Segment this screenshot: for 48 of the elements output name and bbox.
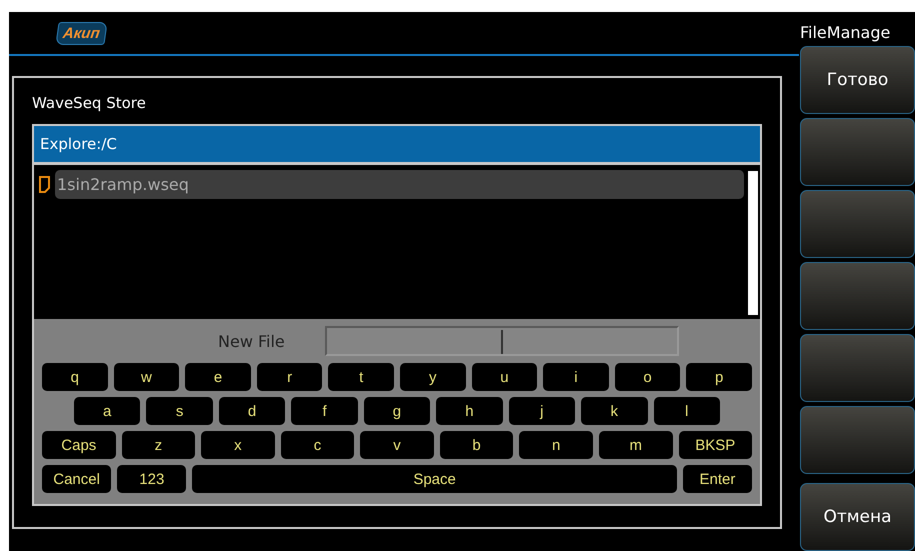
softkey-button[interactable]: Готово: [800, 46, 915, 114]
space-key[interactable]: Space: [192, 465, 677, 493]
keyboard-key[interactable]: r: [256, 363, 322, 391]
keyboard-key[interactable]: v: [360, 431, 434, 459]
keyboard-key[interactable]: y: [400, 363, 466, 391]
file-icon: [38, 176, 51, 192]
keyboard-key[interactable]: Cancel: [42, 465, 112, 493]
keyboard-key[interactable]: d: [218, 397, 286, 425]
keyboard-key[interactable]: f: [291, 397, 358, 425]
keyboard-key[interactable]: z: [122, 431, 196, 459]
keyboard-key[interactable]: n: [519, 431, 593, 459]
keyboard-key[interactable]: Enter: [682, 465, 752, 493]
keyboard-key[interactable]: l: [654, 397, 720, 425]
dialog-title: WaveSeq Store: [32, 93, 147, 114]
softkey-button[interactable]: [800, 118, 915, 186]
field-label: New File: [218, 332, 285, 350]
softkey-button[interactable]: [800, 334, 915, 402]
keyboard-key[interactable]: BKSP: [678, 431, 752, 459]
keyboard-key[interactable]: k: [581, 397, 648, 425]
keyboard-key[interactable]: c: [280, 431, 354, 459]
softkey-button[interactable]: Отмена: [800, 483, 915, 551]
brand-logo: Акип: [55, 22, 108, 44]
keyboard-key[interactable]: x: [201, 431, 275, 459]
panel-title: FileManage: [800, 22, 892, 42]
filename-field[interactable]: [324, 326, 679, 356]
softkey-button[interactable]: [800, 190, 915, 258]
keyboard-key[interactable]: j: [508, 397, 576, 425]
keyboard-key[interactable]: q: [42, 363, 108, 391]
keyboard-key[interactable]: e: [185, 363, 251, 391]
keyboard-key[interactable]: b: [440, 431, 514, 459]
softkey-button[interactable]: [800, 406, 915, 474]
keyboard-key[interactable]: o: [614, 363, 680, 391]
softkey-button[interactable]: [800, 262, 915, 330]
keyboard-key[interactable]: u: [472, 363, 538, 391]
scrollbar[interactable]: [748, 171, 758, 315]
path-bar: Explore:/C: [34, 126, 760, 165]
file-item[interactable]: 1sin2ramp.wseq: [55, 170, 744, 198]
keyboard-key[interactable]: w: [114, 363, 180, 391]
keyboard-key[interactable]: m: [598, 431, 672, 459]
keyboard-key[interactable]: h: [436, 397, 503, 425]
keyboard-key[interactable]: i: [543, 363, 609, 391]
keyboard-key[interactable]: g: [364, 397, 430, 425]
keyboard-key[interactable]: p: [686, 363, 752, 391]
keyboard-key[interactable]: s: [146, 397, 213, 425]
keyboard-key[interactable]: t: [328, 363, 394, 391]
keyboard-key[interactable]: a: [74, 397, 140, 425]
keyboard-key[interactable]: 123: [117, 465, 186, 493]
keyboard-key[interactable]: Caps: [42, 431, 116, 459]
